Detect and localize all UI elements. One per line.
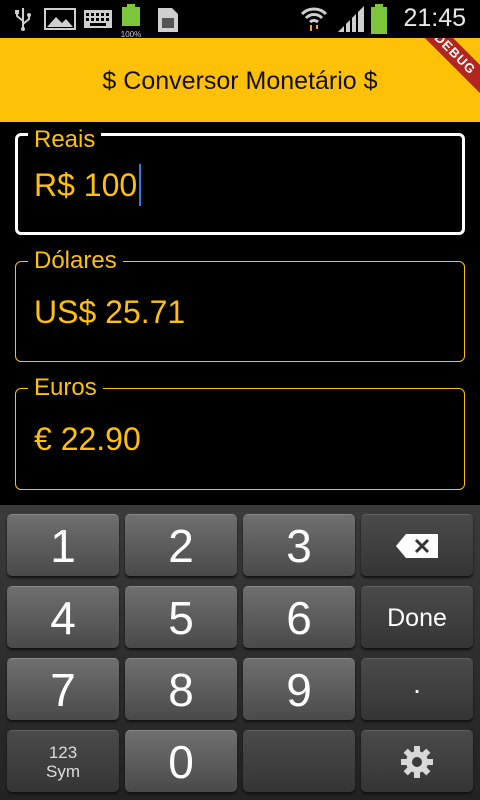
app-bar: $ Conversor Monetário $ DEBUG — [0, 38, 480, 122]
dolares-label: Dólares — [28, 247, 123, 275]
key-5[interactable]: 5 — [125, 586, 237, 648]
settings-key[interactable] — [361, 730, 473, 792]
backspace-icon — [396, 534, 438, 558]
signal-icon — [338, 6, 364, 32]
keyboard-icon — [84, 10, 112, 28]
dot-key[interactable]: . — [361, 658, 473, 720]
reais-value: R$ 100 — [34, 167, 138, 203]
sim-icon — [158, 8, 178, 32]
backspace-key[interactable] — [361, 514, 473, 576]
key-7[interactable]: 7 — [7, 658, 119, 720]
euros-field[interactable]: Euros € 22.90 — [15, 374, 465, 490]
image-icon — [44, 8, 76, 30]
text-cursor — [139, 163, 142, 206]
battery-full-icon: 100% — [120, 4, 142, 39]
sym-key[interactable]: 123 Sym — [7, 730, 119, 792]
done-key[interactable]: Done — [361, 586, 473, 648]
dolares-field[interactable]: Dólares US$ 25.71 — [15, 247, 465, 362]
dolares-value[interactable]: US$ 25.71 — [34, 292, 185, 332]
wifi-icon — [300, 7, 328, 31]
key-8[interactable]: 8 — [125, 658, 237, 720]
reais-input[interactable]: R$ 100 — [34, 163, 142, 206]
reais-label: Reais — [28, 126, 102, 154]
reais-field[interactable]: Reais R$ 100 — [15, 126, 465, 235]
key-4[interactable]: 4 — [7, 586, 119, 648]
usb-icon — [15, 8, 31, 31]
key-6[interactable]: 6 — [243, 586, 355, 648]
status-bar: 100% 21:45 — [0, 0, 480, 39]
numeric-keyboard: 1 2 3 4 5 6 Done 7 8 9 . 123 Sym 0 — [0, 505, 480, 800]
status-time: 21:45 — [403, 4, 466, 32]
key-1[interactable]: 1 — [7, 514, 119, 576]
key-9[interactable]: 9 — [243, 658, 355, 720]
battery-icon — [371, 4, 387, 34]
key-0[interactable]: 0 — [125, 730, 237, 792]
euros-value[interactable]: € 22.90 — [34, 419, 141, 459]
gear-icon — [401, 746, 433, 778]
key-2[interactable]: 2 — [125, 514, 237, 576]
blank-key[interactable] — [243, 730, 355, 792]
key-3[interactable]: 3 — [243, 514, 355, 576]
euros-label: Euros — [28, 374, 103, 402]
page-title: $ Conversor Monetário $ — [102, 67, 378, 95]
